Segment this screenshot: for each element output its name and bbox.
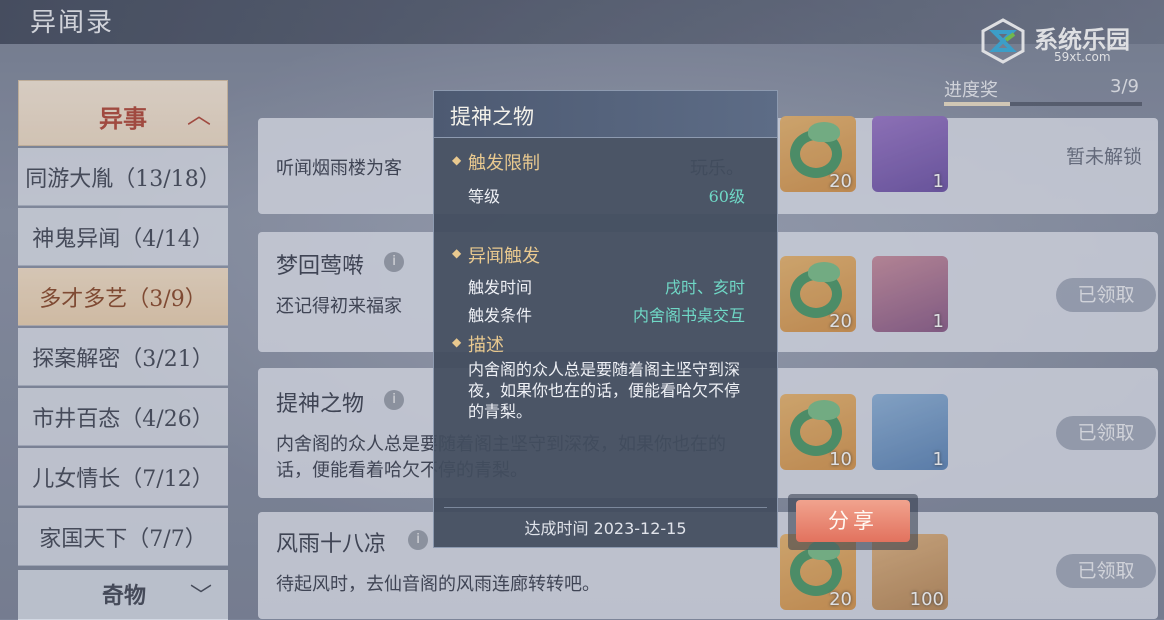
- sidebar-item-ernv[interactable]: 儿女情长（7/12）: [18, 448, 228, 506]
- level-label: 等级: [468, 187, 501, 206]
- progress-value: 3/9: [1110, 76, 1139, 97]
- reward-count: 10: [829, 449, 852, 470]
- share-button[interactable]: 分享: [796, 500, 910, 542]
- reward-count: 1: [932, 311, 944, 332]
- event-description: 待起风时，去仙音阁的风雨连廊转转吧。: [276, 574, 600, 595]
- trigger-time-label: 触发时间: [468, 278, 533, 297]
- progress-fill: [944, 102, 1010, 106]
- reward-count: 20: [829, 589, 852, 610]
- claimed-button[interactable]: 已领取: [1056, 416, 1156, 450]
- trigger-condition-value: 内舍阁书桌交互: [632, 306, 745, 325]
- section-trigger-limit: 触发限制: [468, 153, 540, 174]
- claimed-button[interactable]: 已领取: [1056, 278, 1156, 312]
- category-sidebar: 异事 ︿ 同游大胤（13/18） 神鬼异闻（4/14） 多才多艺（3/9） 探案…: [18, 80, 228, 620]
- category-footer[interactable]: 奇物 ﹀: [18, 570, 228, 620]
- category-footer-label: 奇物: [102, 583, 147, 609]
- event-title: 提神之物: [276, 392, 365, 417]
- event-title: 风雨十八凉: [276, 532, 387, 557]
- divider: [444, 507, 767, 508]
- info-icon[interactable]: i: [384, 390, 404, 410]
- reward-item-serpent[interactable]: 20: [780, 256, 856, 332]
- reward-count: 100: [909, 589, 944, 610]
- info-icon[interactable]: i: [408, 530, 428, 550]
- reward-item-pearl[interactable]: 1: [872, 116, 948, 192]
- section-event-trigger: 异闻触发: [468, 246, 540, 267]
- serpent-head-icon: [808, 262, 840, 282]
- claimed-button[interactable]: 已领取: [1056, 554, 1156, 588]
- logo-subtext: 59xt.com: [1054, 50, 1111, 64]
- reward-count: 1: [932, 449, 944, 470]
- popup-description: 内舍阁的众人总是要随着阁主坚守到深夜，如果你也在的话，便能看哈欠不停的青梨。: [468, 360, 741, 421]
- sidebar-item-tanan[interactable]: 探案解密（3/21）: [18, 328, 228, 386]
- diamond-icon: ◆: [452, 335, 462, 349]
- section-description: 描述: [468, 335, 504, 356]
- sidebar-item-tongyou[interactable]: 同游大胤（13/18）: [18, 148, 228, 206]
- sidebar-item-shijing[interactable]: 市井百态（4/26）: [18, 388, 228, 446]
- popup-title: 提神之物: [450, 105, 534, 129]
- info-icon[interactable]: i: [384, 252, 404, 272]
- category-header-label: 异事: [99, 104, 147, 133]
- diamond-icon: ◆: [452, 153, 462, 167]
- reward-item-comb[interactable]: 1: [872, 394, 948, 470]
- completion-date: 达成时间 2023-12-15: [524, 519, 687, 538]
- sidebar-item-duocai[interactable]: 多才多艺（3/9）: [18, 268, 228, 326]
- reward-item-serpent[interactable]: 10: [780, 394, 856, 470]
- sidebar-item-jiaguo[interactable]: 家国天下（7/7）: [18, 508, 228, 566]
- detail-popup: 提神之物 ◆ 触发限制 等级 60级 ◆ 异闻触发 触发时间 戌时、亥时 触发条…: [433, 90, 778, 548]
- serpent-head-icon: [808, 400, 840, 420]
- diamond-icon: ◆: [452, 246, 462, 260]
- category-header[interactable]: 异事 ︿: [18, 80, 228, 146]
- event-title: 梦回莺啭: [276, 254, 365, 279]
- progress-label: 进度奖: [944, 80, 998, 101]
- chevron-up-icon: ︿: [187, 101, 211, 129]
- serpent-head-icon: [808, 122, 840, 142]
- trigger-condition-label: 触发条件: [468, 306, 533, 325]
- reward-item-fabric[interactable]: 1: [872, 256, 948, 332]
- share-panel: 分享: [788, 494, 918, 550]
- popup-header: 提神之物: [434, 91, 777, 138]
- site-logo-icon: [981, 18, 1025, 64]
- trigger-time-value: 戌时、亥时: [664, 278, 745, 297]
- level-value: 60级: [708, 187, 745, 206]
- reward-count: 20: [829, 171, 852, 192]
- reward-item-serpent[interactable]: 20: [780, 116, 856, 192]
- reward-count: 20: [829, 311, 852, 332]
- sidebar-item-shengui[interactable]: 神鬼异闻（4/14）: [18, 208, 228, 266]
- chevron-down-icon: ﹀: [190, 584, 213, 609]
- reward-count: 1: [932, 171, 944, 192]
- progress-bar: [944, 102, 1142, 106]
- page-title: 异闻录: [30, 8, 115, 38]
- locked-status: 暂未解锁: [1066, 146, 1143, 168]
